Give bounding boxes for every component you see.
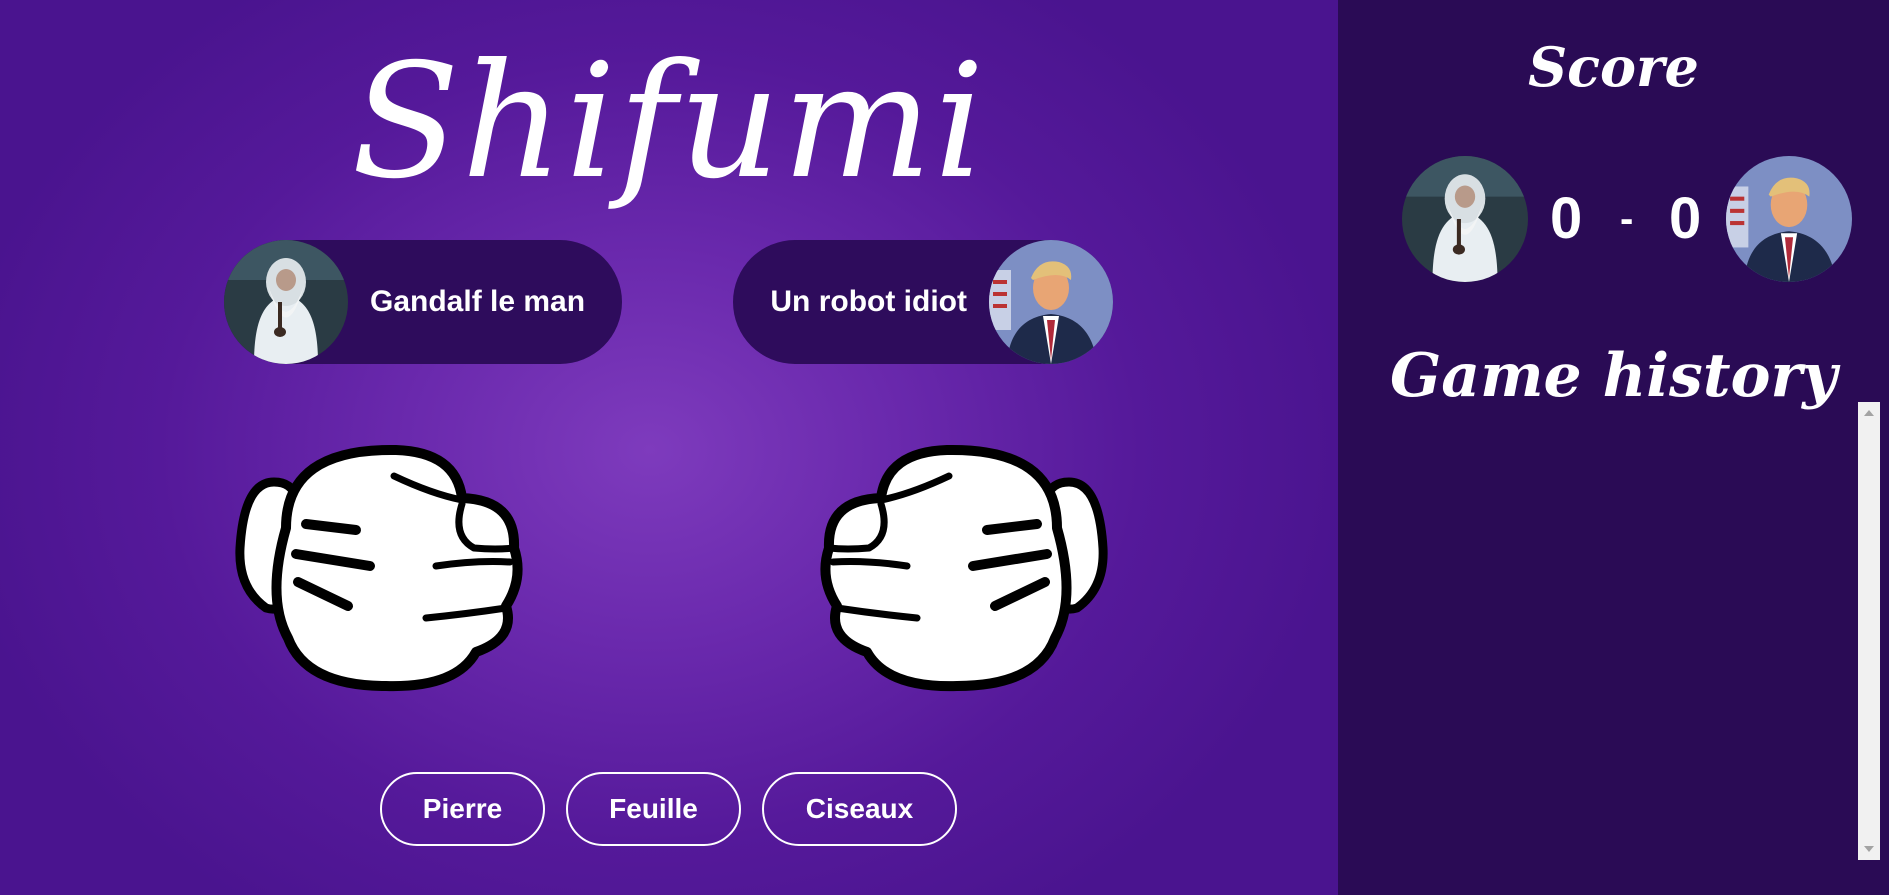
player1-score: 0 (1550, 186, 1583, 251)
rock-button[interactable]: Pierre (380, 772, 545, 846)
player2-hand-fist-icon (797, 438, 1117, 698)
gandalf-avatar-icon (1402, 156, 1528, 282)
scoreboard: 0 - 0 (1402, 156, 1852, 282)
game-title: Shifumi (351, 30, 987, 214)
trump-avatar-icon (1726, 156, 1852, 282)
player2-score: 0 (1669, 186, 1702, 251)
trump-avatar-icon (989, 240, 1113, 364)
history-list (1338, 402, 1858, 860)
player1-card: Gandalf le man (224, 240, 622, 364)
history-scrollbar[interactable] (1858, 402, 1880, 860)
game-area: Shifumi Gandalf le man Un robot idiot Pi… (0, 0, 1338, 895)
gandalf-avatar-icon (224, 240, 348, 364)
score-separator: - (1620, 197, 1634, 241)
app: Shifumi Gandalf le man Un robot idiot Pi… (0, 0, 1889, 895)
player2-name: Un robot idiot (770, 285, 967, 318)
scroll-down-icon[interactable] (1864, 846, 1874, 852)
paper-button[interactable]: Feuille (566, 772, 741, 846)
score-title: Score (1528, 35, 1699, 99)
player1-name: Gandalf le man (370, 285, 586, 318)
choice-buttons: Pierre Feuille Ciseaux (380, 772, 957, 846)
scroll-up-icon[interactable] (1864, 410, 1874, 416)
player1-hand-fist-icon (226, 438, 546, 698)
player2-card: Un robot idiot (733, 240, 1113, 364)
scissors-button[interactable]: Ciseaux (762, 772, 957, 846)
score-panel: Score 0 - 0 Game history (1338, 0, 1889, 895)
